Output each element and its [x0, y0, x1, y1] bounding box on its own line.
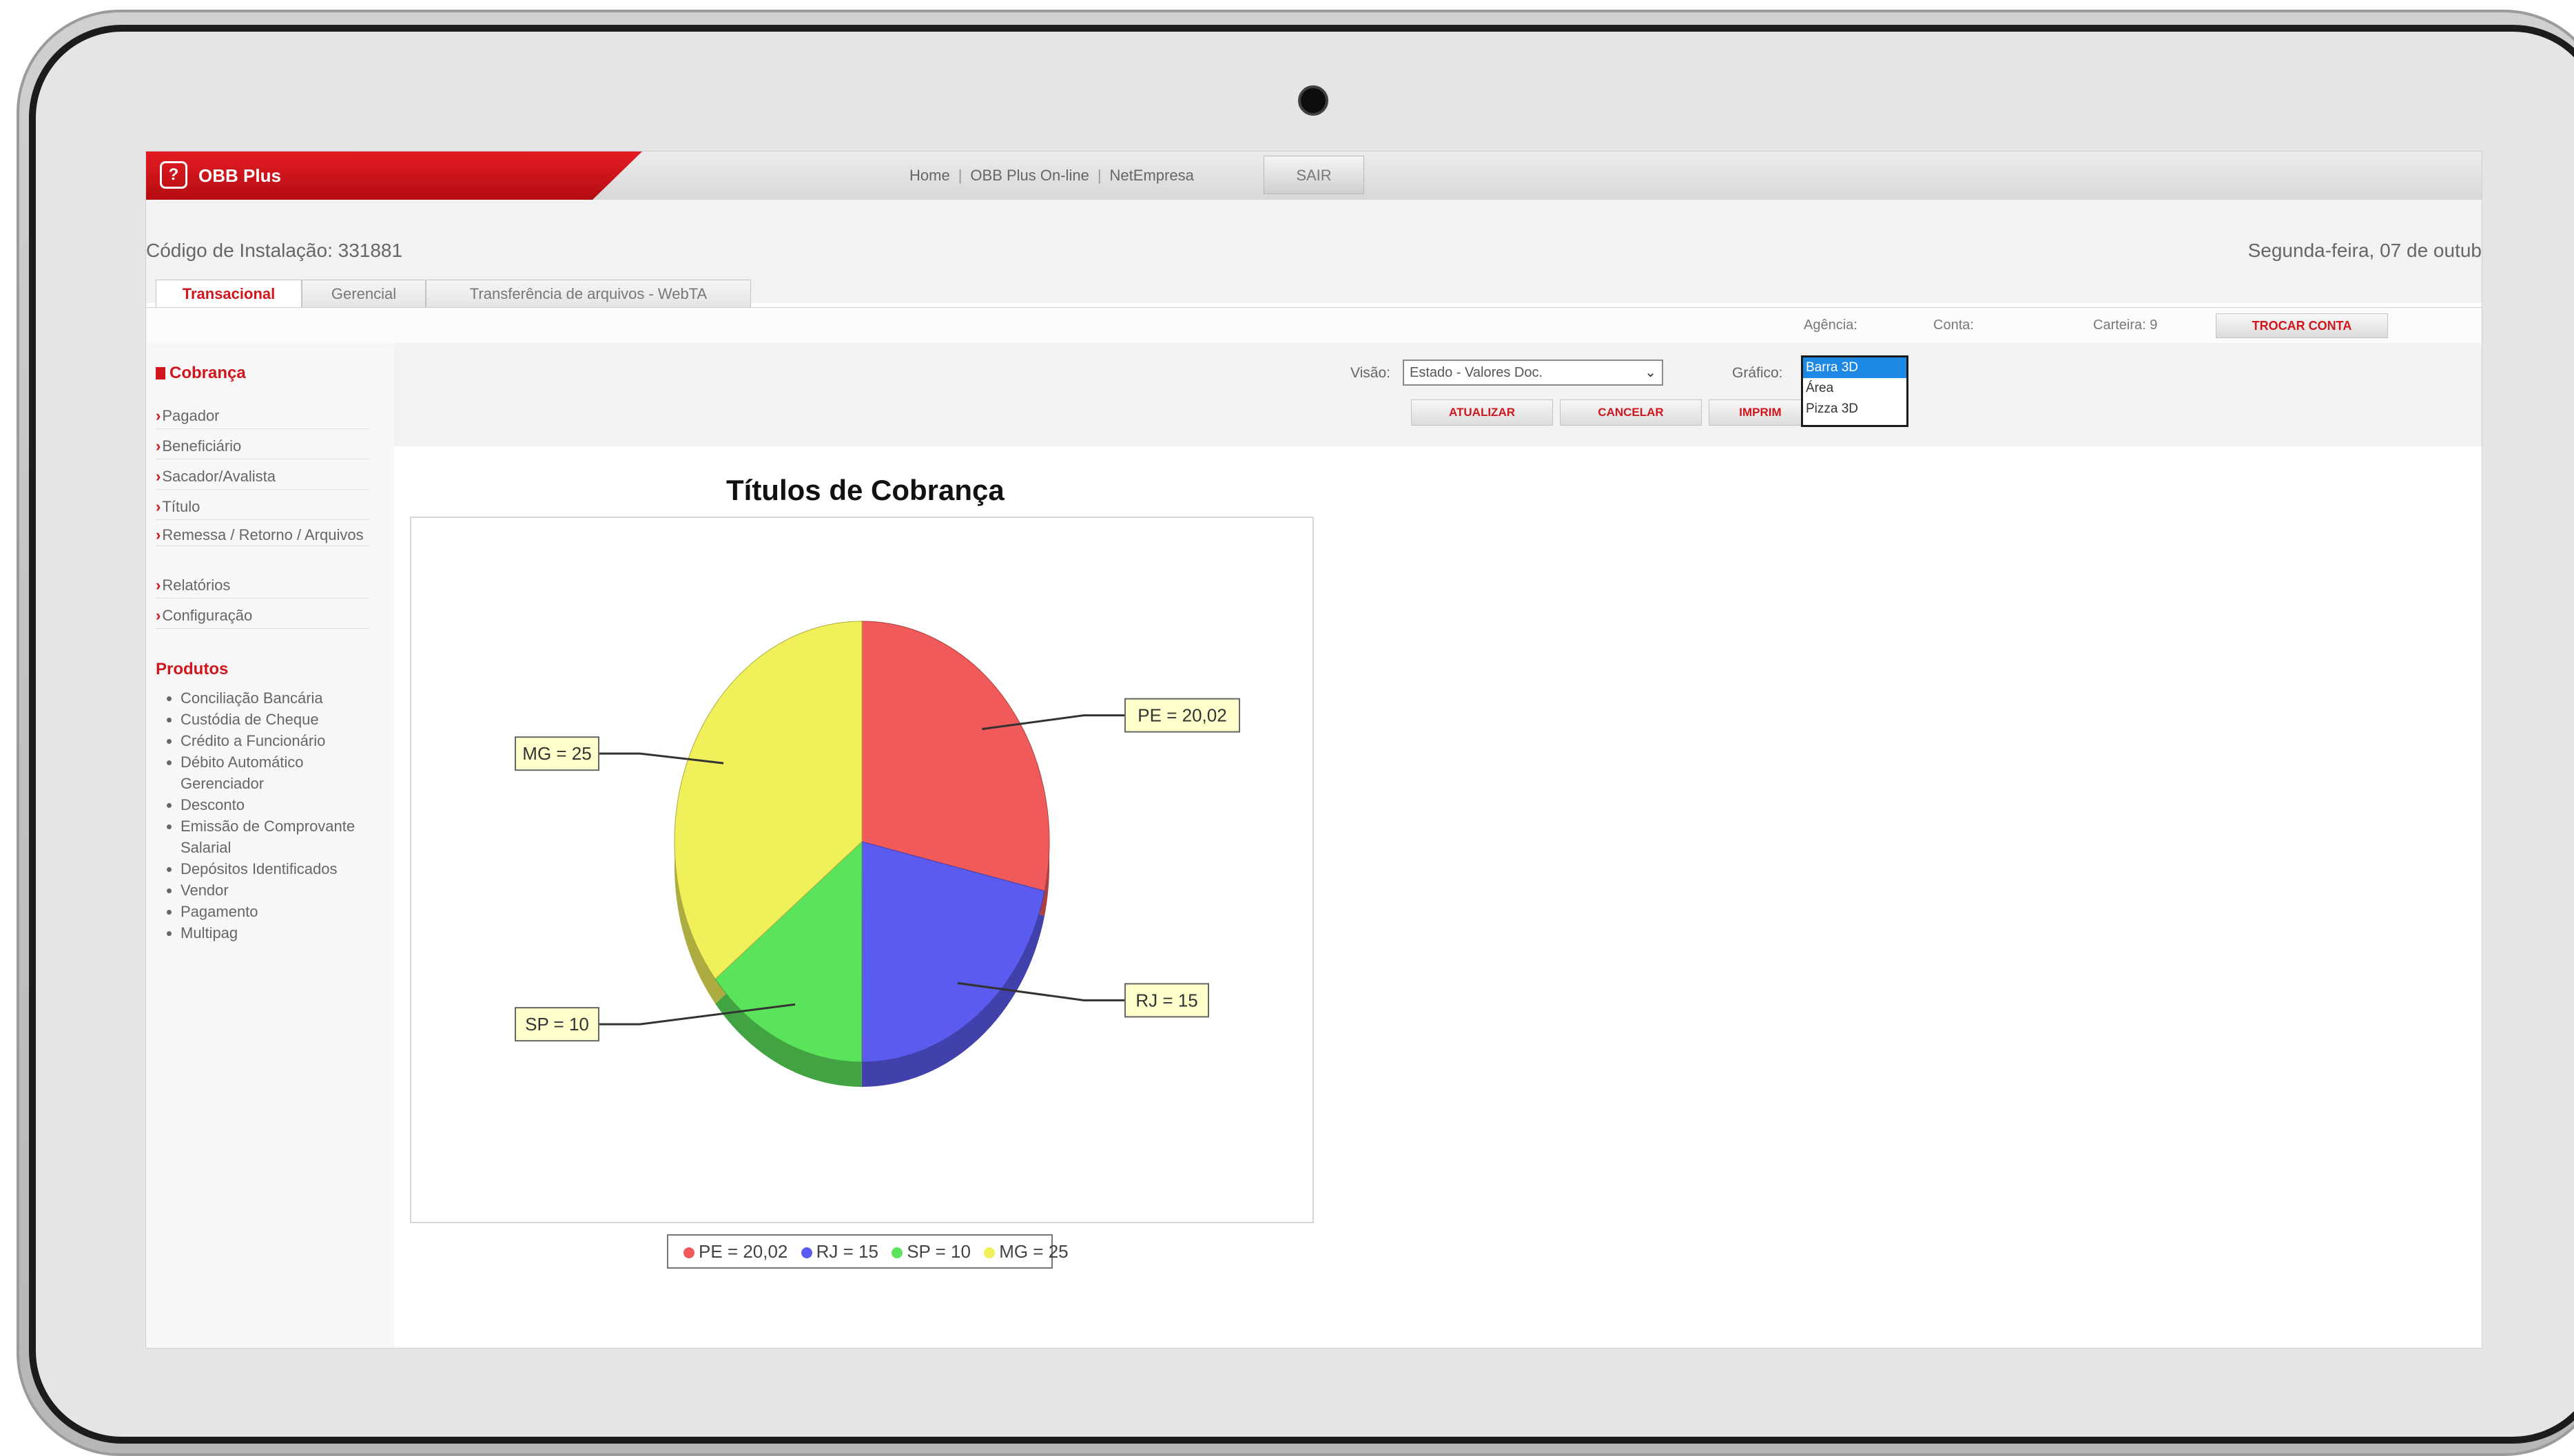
nav-separator: | [1097, 167, 1102, 184]
sidebar-item-sacador[interactable]: ›Sacador/Avalista [156, 464, 369, 490]
sidebar-item-relatorios[interactable]: ›Relatórios [156, 573, 369, 599]
imprimir-button[interactable]: IMPRIM [1709, 399, 1812, 426]
grafico-dropdown[interactable]: Barra 3D Área Pizza 3D [1801, 355, 1908, 427]
sidebar-item-remessa[interactable]: ›Remessa / Retorno / Arquivos [156, 525, 369, 546]
nav-online-link[interactable]: OBB Plus On-line [970, 167, 1089, 184]
chart-area: PE = 20,02 RJ = 15 SP = 10 MG = 25 [410, 517, 1314, 1223]
product-item[interactable]: Conciliação Bancária [181, 687, 373, 709]
product-item[interactable]: Custódia de Cheque [181, 709, 373, 730]
sidebar-item-titulo[interactable]: ›Título [156, 495, 369, 520]
sidebar-item-configuracao[interactable]: ›Configuração [156, 603, 369, 629]
nav-home-link[interactable]: Home [909, 167, 950, 184]
tab-transacional[interactable]: Transacional [156, 280, 302, 307]
red-arrow-icon: › [156, 437, 161, 455]
data-label-rj: RJ = 15 [1135, 990, 1197, 1010]
product-item[interactable]: Emissão de Comprovante Salarial [181, 815, 373, 858]
nav-netempresa-link[interactable]: NetEmpresa [1110, 167, 1194, 184]
atualizar-button[interactable]: ATUALIZAR [1411, 399, 1553, 426]
grafico-label: Gráfico: [1732, 365, 1783, 381]
products-list: Conciliação Bancária Custódia de Cheque … [156, 687, 373, 944]
sidebar-item-pagador[interactable]: ›Pagador [156, 404, 369, 429]
legend-label-mg: MG = 25 [999, 1241, 1069, 1262]
red-arrow-icon: › [156, 607, 161, 624]
dropdown-option-pizza[interactable]: Pizza 3D [1803, 399, 1906, 419]
installation-code: Código de Instalação: 331881 [146, 240, 403, 261]
sidebar-item-label: Beneficiário [162, 437, 242, 455]
sidebar-item-label: Pagador [162, 407, 220, 424]
carteira-label: Carteira: 9 [2093, 318, 2158, 333]
product-item[interactable]: Desconto [181, 794, 373, 815]
dropdown-option-barra[interactable]: Barra 3D [1803, 357, 1906, 378]
red-square-icon [156, 367, 165, 379]
account-strip: Agência: Conta: Carteira: 9 TROCAR CONTA [146, 307, 2482, 344]
product-item[interactable]: Débito Automático Gerenciador [181, 751, 373, 794]
tab-webta[interactable]: Transferência de arquivos - WebTA [426, 280, 751, 307]
legend-swatch-rj [801, 1247, 812, 1259]
top-bar: ? OBB Plus Home | OBB Plus On-line | NetEmpr… [146, 152, 2482, 200]
sidebar-item-label: Remessa / Retorno / Arquivos [162, 526, 364, 543]
cancelar-button[interactable]: CANCELAR [1560, 399, 1702, 426]
product-item[interactable]: Vendor [181, 880, 373, 901]
products-title: Produtos [156, 660, 229, 678]
sidebar-item-label: Título [162, 498, 200, 515]
sidebar-item-beneficiario[interactable]: ›Beneficiário [156, 434, 369, 459]
visao-select[interactable]: Estado - Valores Doc. ⌄ [1403, 360, 1663, 386]
current-date: Segunda-feira, 07 de outub [2247, 240, 2482, 261]
webcam-icon [1298, 85, 1328, 116]
red-arrow-icon: › [156, 468, 161, 485]
product-item[interactable]: Crédito a Funcionário [181, 730, 373, 751]
legend-label-pe: PE = 20,02 [699, 1241, 788, 1262]
conta-label: Conta: [1933, 318, 1974, 333]
bank-logo-icon: ? [160, 161, 187, 189]
red-arrow-icon: › [156, 576, 161, 594]
top-nav: Home | OBB Plus On-line | NetEmpresa [909, 167, 1194, 185]
product-item[interactable]: Pagamento [181, 901, 373, 922]
data-label-pe: PE = 20,02 [1137, 705, 1226, 726]
legend-swatch-sp [892, 1247, 903, 1259]
chevron-down-icon: ⌄ [1645, 365, 1656, 380]
sidebar-item-label: Relatórios [162, 576, 231, 594]
sidebar-item-label: Configuração [162, 607, 253, 624]
data-label-mg: MG = 25 [522, 743, 591, 764]
chart-legend: PE = 20,02 RJ = 15 SP = 10 MG = 25 [667, 1234, 1069, 1269]
dropdown-option-area[interactable]: Área [1803, 378, 1906, 399]
visao-value: Estado - Valores Doc. [1410, 365, 1543, 380]
product-item[interactable]: Depósitos Identificados [181, 858, 373, 880]
visao-label: Visão: [1350, 365, 1390, 381]
legend-swatch-pe [683, 1247, 694, 1259]
brand-banner: ? OBB Plus [146, 152, 642, 200]
brand-name: OBB Plus [198, 165, 281, 186]
nav-separator: | [958, 167, 962, 184]
agencia-label: Agência: [1804, 318, 1857, 333]
chart-title: Títulos de Cobrança [726, 474, 1005, 506]
sidebar-item-label: Sacador/Avalista [162, 468, 276, 485]
legend-label-sp: SP = 10 [907, 1241, 971, 1262]
red-arrow-icon: › [156, 407, 161, 424]
product-item[interactable]: Multipag [181, 922, 373, 944]
trocar-conta-button[interactable]: TROCAR CONTA [2216, 313, 2388, 338]
sidebar-title: Cobrança [156, 364, 246, 383]
browser-screen: ? OBB Plus Home | OBB Plus On-line | NetEmpr… [146, 152, 2482, 1348]
legend-label-rj: RJ = 15 [816, 1241, 878, 1262]
pie-chart: PE = 20,02 RJ = 15 SP = 10 MG = 25 [515, 621, 1240, 1087]
sidebar: Cobrança ›Pagador ›Beneficiário ›Sacador… [146, 343, 394, 1348]
legend-swatch-mg [984, 1247, 996, 1259]
logout-button[interactable]: SAIR [1264, 156, 1364, 194]
red-arrow-icon: › [156, 526, 161, 543]
red-arrow-icon: › [156, 498, 161, 515]
tab-gerencial[interactable]: Gerencial [302, 280, 426, 307]
sidebar-title-label: Cobrança [169, 364, 246, 382]
chart-controls: Visão: Estado - Valores Doc. ⌄ Gráfico: … [394, 343, 2482, 446]
data-label-sp: SP = 10 [525, 1014, 589, 1034]
